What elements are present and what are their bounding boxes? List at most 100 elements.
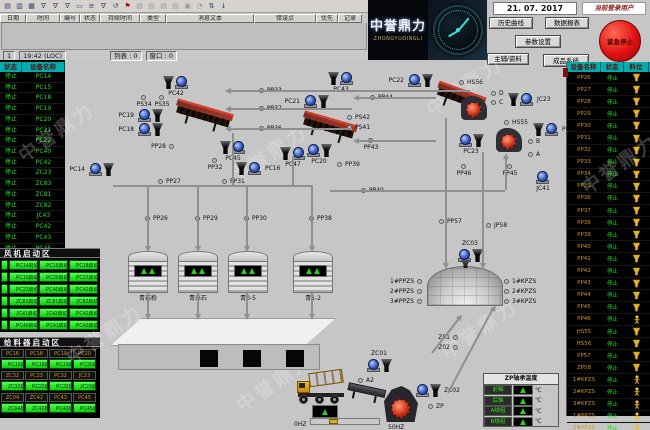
dump-truck[interactable] [294,368,350,406]
arrowhead-icon [225,126,231,132]
impact-crusher[interactable] [461,96,487,120]
silo-level-window [299,265,327,277]
sensor-point-PP39[interactable] [337,162,342,167]
speed-slider[interactable] [310,418,380,425]
level-icon [520,419,526,425]
temp-row: A绕组℃ [484,406,558,417]
device-label: ZC01 [371,351,387,357]
device-label: 青1-2 [305,296,321,302]
storage-silo[interactable] [228,251,268,293]
device-label: PS41 [355,125,370,131]
machine-PC20[interactable] [306,144,332,157]
hopper-icon [533,123,544,136]
watermark: 中誉鼎力 [575,127,650,200]
flow-line [311,185,313,247]
hopper-icon [318,95,329,108]
watermark: 中誉鼎力 [12,95,100,168]
sensor-point-HS56[interactable] [459,80,464,85]
sensor-point-C[interactable] [491,100,496,105]
sensor-point-D[interactable] [491,91,496,96]
machine-PC21[interactable] [303,95,329,108]
machine-PC19[interactable] [137,109,163,122]
flow-line [246,185,248,247]
sensor-point-JP58[interactable] [486,223,491,228]
flow-line [445,118,447,264]
arrowhead-icon [503,153,509,159]
crusher-rotor-icon [501,134,516,149]
device-label: PC12 [562,127,577,133]
hopper-icon [163,76,174,89]
vibrating-feeder[interactable] [346,382,386,406]
sensor-point-B[interactable] [528,139,533,144]
sensor-point-ZP[interactable] [428,404,433,409]
machine-ZC01[interactable] [366,359,392,372]
flow-line [147,185,149,247]
machine-PC23[interactable] [458,134,484,147]
device-label: PP39 [345,162,360,168]
device-label: 3#PPZS [390,299,414,305]
arrowhead-icon [195,314,201,320]
machine-PC16[interactable] [236,162,262,175]
sensor-point-Z02[interactable] [453,345,458,350]
machine-JC23[interactable] [508,93,534,106]
sensor-point-1#PPZS[interactable] [417,279,422,284]
hopper-icon [152,109,163,122]
sensor-point-PS35[interactable] [159,95,164,100]
machine-ZC03[interactable] [457,249,483,262]
fan-icon [536,171,549,184]
fan-icon [138,109,151,122]
sensor-point-A[interactable] [528,152,533,157]
level-icon [249,268,255,274]
level-indicator[interactable] [312,405,338,418]
sensor-point-HS55[interactable] [504,120,509,125]
device-label: PC20 [311,159,326,165]
slider-thumb[interactable] [329,419,338,424]
sensor-point-3#KPZS[interactable] [504,299,509,304]
storage-silo[interactable] [178,251,218,293]
machine-ZC02[interactable] [415,384,441,397]
level-icon [520,387,526,393]
impact-crusher[interactable] [496,128,522,152]
crusher-rotor-icon [466,102,481,117]
sensor-point-3#PPZS[interactable] [417,299,422,304]
storage-silo[interactable] [128,251,168,293]
arrowhead-icon [145,246,151,252]
sensor-point-PP28[interactable] [169,144,174,149]
flow-line [147,293,149,315]
machine-PC43[interactable] [328,72,354,85]
sensor-point-2#PPZS[interactable] [417,289,422,294]
leg [373,396,376,403]
primary-crusher[interactable] [384,386,418,422]
sensor-point-PP27[interactable] [158,179,163,184]
storage-dome[interactable] [427,266,503,306]
sensor-point-Z01[interactable] [453,335,458,340]
sensor-point-PP57[interactable] [439,219,444,224]
sensor-point-PS34[interactable] [141,95,146,100]
sensor-point-PP45[interactable] [507,164,512,169]
silo-level-window [134,265,162,277]
sensor-point-PP32[interactable] [212,158,217,163]
machine-JC41[interactable] [536,171,562,184]
device-label: D [499,91,504,97]
fan-icon [340,72,353,85]
machine-PC22[interactable] [407,74,433,87]
machine-PC14[interactable] [88,163,114,176]
machine-PC42[interactable] [163,76,189,89]
machine-PC18[interactable] [137,123,163,136]
storage-silo[interactable] [293,251,333,293]
sensor-point-PP31[interactable] [222,179,227,184]
fan-icon [459,134,472,147]
machine-PC12[interactable] [533,123,559,136]
device-label: PS34 [136,102,151,108]
flow-line [358,140,436,142]
sensor-point-PP46[interactable] [461,164,466,169]
sensor-point-PS42[interactable] [347,115,352,120]
device-label: PS42 [355,115,370,121]
sensor-point-A2[interactable] [358,378,363,383]
fan-icon [175,76,188,89]
sensor-point-1#KPZS[interactable] [504,279,509,284]
flow-line [230,128,352,130]
level-icon [322,409,328,415]
temp-level-icon [513,385,533,395]
sensor-point-2#KPZS[interactable] [504,289,509,294]
